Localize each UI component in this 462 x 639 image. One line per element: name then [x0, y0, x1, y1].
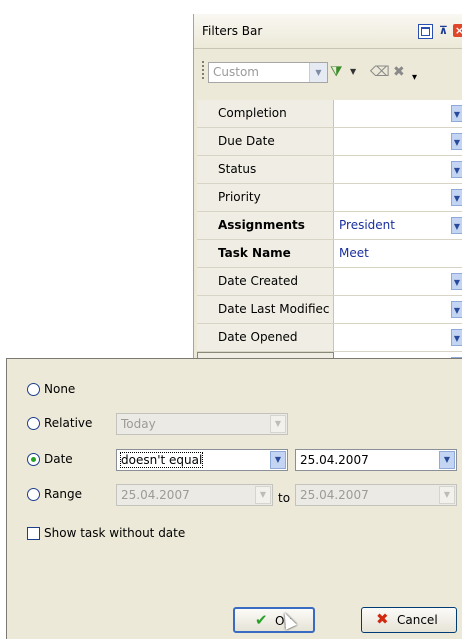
- filter-row-value[interactable]: Meet: [334, 240, 462, 267]
- radio-date-label[interactable]: Date: [44, 452, 73, 466]
- filter-row-priority[interactable]: Priority ▼: [197, 184, 462, 212]
- checkmark-icon: ✔: [255, 611, 268, 629]
- filter-row-label: Due Date: [197, 128, 334, 155]
- filter-row-label: Date Last Modifiec: [197, 296, 334, 323]
- filter-grid: Completion ▼ Due Date ▼ Status ▼ Priorit…: [197, 100, 462, 380]
- chevron-down-icon[interactable]: ▼: [255, 486, 271, 504]
- chevron-down-icon[interactable]: ▼: [451, 105, 462, 122]
- filter-row-value[interactable]: [334, 324, 462, 351]
- radio-none[interactable]: [27, 383, 40, 396]
- apply-filter-icon[interactable]: ⧩: [330, 62, 343, 82]
- chevron-down-icon[interactable]: ▼: [270, 451, 286, 469]
- filter-row-label: Status: [197, 156, 334, 183]
- date-value: 25.04.2007: [300, 453, 369, 467]
- filter-row-task-name[interactable]: Task Name Meet: [197, 240, 462, 268]
- clear-filter-icon[interactable]: ⌫: [370, 62, 390, 82]
- relative-select-value: Today: [121, 417, 156, 431]
- radio-none-label[interactable]: None: [44, 382, 75, 396]
- filter-row-date-created[interactable]: Date Created ▼: [197, 268, 462, 296]
- date-operator-select[interactable]: doesn't equal ▼: [116, 449, 288, 471]
- filter-row-value[interactable]: [334, 128, 462, 155]
- radio-relative-label[interactable]: Relative: [44, 416, 92, 430]
- date-operator-value: doesn't equal: [119, 452, 204, 468]
- chevron-down-icon[interactable]: ▼: [451, 301, 462, 318]
- filter-row-date-last-modified[interactable]: Date Last Modifiec ▼: [197, 296, 462, 324]
- filter-row-label: Date Opened: [197, 324, 334, 351]
- radio-date[interactable]: [27, 453, 40, 466]
- filter-row-label: Assignments: [197, 212, 334, 239]
- chevron-down-icon[interactable]: ▼: [451, 161, 462, 178]
- filter-row-date-opened[interactable]: Date Opened ▼: [197, 324, 462, 352]
- close-icon[interactable]: ×: [453, 24, 462, 37]
- cancel-button[interactable]: ✖ Cancel: [361, 607, 457, 633]
- filter-row-label: Priority: [197, 184, 334, 211]
- float-window-icon[interactable]: [418, 24, 433, 39]
- chevron-down-icon[interactable]: ▼: [439, 451, 455, 469]
- range-to-picker[interactable]: 25.04.2007 ▼: [295, 484, 457, 506]
- filters-toolbar: Custom ▼ ⧩ ▼ ⌫ ✖ ▾: [194, 49, 462, 93]
- range-to-label: to: [278, 491, 291, 505]
- filter-row-due-date[interactable]: Due Date ▼: [197, 128, 462, 156]
- toolbar-grip[interactable]: [202, 61, 204, 81]
- filters-bar-panel: Filters Bar ⊼ × Custom ▼ ⧩ ▼ ⌫ ✖ ▾ Compl…: [193, 14, 462, 380]
- filter-row-completion[interactable]: Completion ▼: [197, 100, 462, 128]
- chevron-down-icon[interactable]: ▼: [439, 486, 455, 504]
- range-from-picker[interactable]: 25.04.2007 ▼: [116, 484, 273, 506]
- ok-button[interactable]: ✔ Ok: [233, 607, 315, 633]
- panel-title-bar: Filters Bar ⊼ ×: [194, 14, 462, 49]
- date-value-picker[interactable]: 25.04.2007 ▼: [295, 449, 457, 471]
- relative-select[interactable]: Today ▼: [116, 413, 288, 435]
- panel-title: Filters Bar: [202, 24, 263, 38]
- delete-filter-icon[interactable]: ✖: [393, 62, 405, 82]
- filter-row-value[interactable]: [334, 184, 462, 211]
- date-filter-dialog: None Relative Today ▼ Date doesn't equal…: [6, 358, 462, 639]
- filter-preset-combo[interactable]: Custom ▼: [208, 62, 328, 83]
- chevron-down-icon[interactable]: ▼: [451, 189, 462, 206]
- filter-row-status[interactable]: Status ▼: [197, 156, 462, 184]
- show-without-date-label[interactable]: Show task without date: [44, 526, 185, 540]
- toolbar-overflow-icon[interactable]: ▾: [412, 68, 417, 88]
- filter-preset-value: Custom: [213, 65, 259, 79]
- chevron-down-icon[interactable]: ▼: [309, 63, 327, 82]
- range-from-value: 25.04.2007: [121, 488, 190, 502]
- chevron-down-icon[interactable]: ▼: [451, 133, 462, 150]
- radio-relative[interactable]: [27, 417, 40, 430]
- filter-row-value[interactable]: [334, 100, 462, 127]
- filter-row-assignments[interactable]: Assignments President ▼: [197, 212, 462, 240]
- filter-row-value[interactable]: [334, 156, 462, 183]
- radio-range[interactable]: [27, 488, 40, 501]
- chevron-down-icon[interactable]: ▼: [451, 329, 462, 346]
- cancel-button-label: Cancel: [397, 613, 438, 627]
- chevron-down-icon[interactable]: ▼: [270, 415, 286, 433]
- filter-row-label: Task Name: [197, 240, 334, 267]
- filter-row-label: Completion: [197, 100, 334, 127]
- range-to-value: 25.04.2007: [300, 488, 369, 502]
- chevron-down-icon[interactable]: ▼: [451, 273, 462, 290]
- chevron-down-icon[interactable]: ▼: [350, 62, 356, 82]
- show-without-date-checkbox[interactable]: [27, 527, 40, 540]
- radio-range-label[interactable]: Range: [44, 487, 82, 501]
- filter-row-value[interactable]: [334, 268, 462, 295]
- chevron-down-icon[interactable]: ▼: [451, 217, 462, 234]
- filter-row-value[interactable]: President: [334, 212, 462, 239]
- filter-row-value[interactable]: [334, 296, 462, 323]
- cancel-x-icon: ✖: [376, 610, 389, 628]
- filter-row-label: Date Created: [197, 268, 334, 295]
- pin-icon[interactable]: ⊼: [437, 24, 450, 37]
